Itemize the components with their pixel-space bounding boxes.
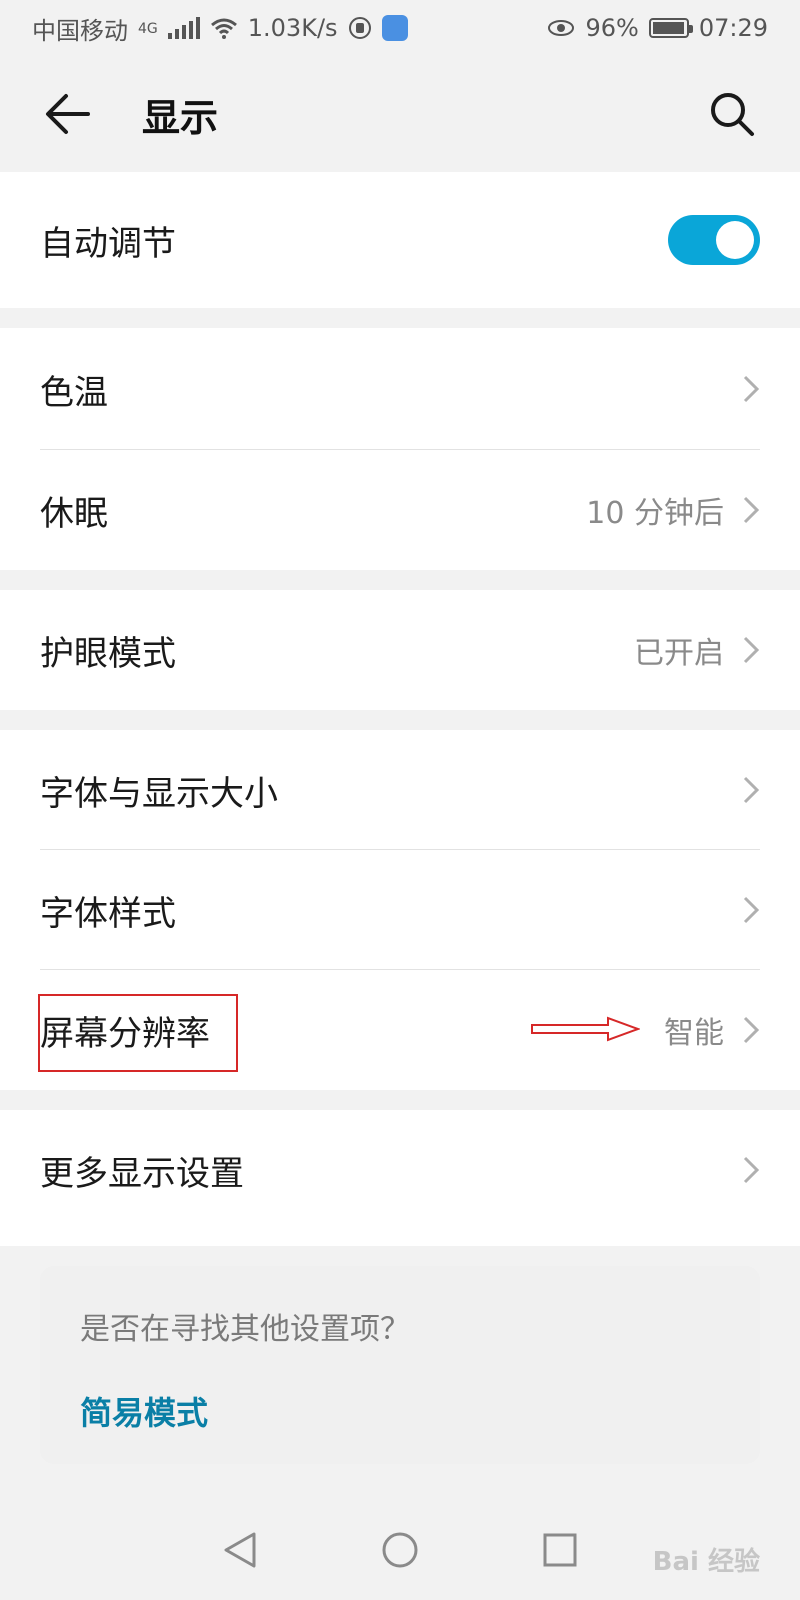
nav-recents-icon[interactable] (540, 1530, 580, 1570)
chevron-right-icon (743, 896, 760, 924)
search-button[interactable] (704, 86, 760, 142)
font-style-label: 字体样式 (40, 893, 176, 934)
chevron-right-icon (743, 496, 760, 524)
suggestion-card: 是否在寻找其他设置项？ 简易模式 (40, 1266, 760, 1464)
chevron-right-icon (743, 776, 760, 804)
font-display-group: 字体与显示大小 字体样式 屏幕分辨率 智能 (0, 730, 800, 1090)
more-display-group: 更多显示设置 (0, 1110, 800, 1246)
toggle-knob (716, 221, 754, 259)
simple-mode-link[interactable]: 简易模式 (80, 1388, 720, 1434)
suggestion-question: 是否在寻找其他设置项？ (80, 1312, 410, 1347)
font-size-row[interactable]: 字体与显示大小 (0, 730, 800, 850)
resolution-value: 智能 (664, 1016, 724, 1051)
font-size-label: 字体与显示大小 (40, 773, 278, 814)
app-bar: 显示 (0, 56, 800, 172)
app-notification-icon (381, 15, 408, 41)
sleep-value: 10 分钟后 (586, 496, 724, 531)
eye-comfort-row[interactable]: 护眼模式 已开启 (0, 590, 800, 710)
chevron-right-icon (743, 636, 760, 664)
chevron-right-icon (743, 1156, 760, 1184)
arrow-left-icon (46, 94, 90, 134)
more-display-row[interactable]: 更多显示设置 (0, 1110, 800, 1230)
battery-percent: 96% (585, 14, 639, 42)
eye-icon (548, 20, 575, 36)
eye-comfort-group: 护眼模式 已开启 (0, 590, 800, 710)
nav-home-icon[interactable] (380, 1530, 420, 1570)
sleep-label: 休眠 (40, 493, 108, 534)
more-display-label: 更多显示设置 (40, 1153, 244, 1194)
color-temp-row[interactable]: 色温 (0, 328, 800, 450)
auto-adjust-row[interactable]: 自动调节 (0, 172, 800, 308)
signal-icon (167, 17, 200, 39)
carrier-label: 中国移动 (32, 16, 128, 45)
color-sleep-group: 色温 休眠 10 分钟后 (0, 328, 800, 570)
hand-icon (348, 17, 371, 39)
eye-comfort-label: 护眼模式 (40, 633, 176, 674)
back-button[interactable] (40, 86, 96, 142)
auto-adjust-group: 自动调节 (0, 172, 800, 308)
arrow-right-annotation-icon (531, 1016, 640, 1042)
nav-back-icon[interactable] (220, 1530, 260, 1570)
resolution-row[interactable]: 屏幕分辨率 智能 (0, 970, 800, 1090)
auto-adjust-label: 自动调节 (40, 223, 176, 264)
sleep-row[interactable]: 休眠 10 分钟后 (0, 450, 800, 570)
highlight-box (38, 994, 238, 1072)
network-type-label: 4G (138, 20, 158, 37)
color-temp-label: 色温 (40, 372, 108, 413)
battery-icon (648, 18, 693, 38)
eye-comfort-value: 已开启 (634, 636, 724, 671)
chevron-right-icon (743, 1016, 760, 1044)
font-style-row[interactable]: 字体样式 (0, 850, 800, 970)
network-speed-label: 1.03K/s (247, 14, 338, 42)
watermark: Bai 经验 (652, 1547, 760, 1577)
wifi-icon (210, 18, 237, 39)
auto-adjust-toggle[interactable] (668, 215, 760, 265)
clock: 07:29 (698, 14, 768, 42)
page-title: 显示 (142, 95, 219, 140)
search-icon (711, 93, 754, 136)
chevron-right-icon (743, 375, 760, 403)
status-bar: 中国移动 4G 1.03K/s 96% 07:29 (0, 0, 800, 56)
